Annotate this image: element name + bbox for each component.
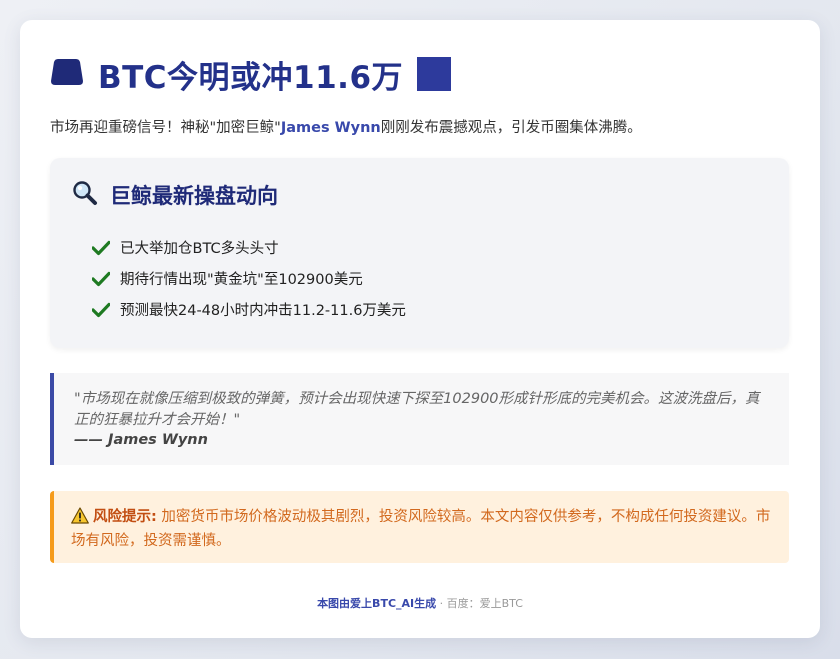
panel-header: 巨鲸最新操盘动向 <box>72 180 278 210</box>
risk-warning-box: 风险提示: 加密货币市场价格波动极其剧烈，投资风险较高。本文内容仅供参考，不构成… <box>50 491 789 563</box>
page-title: BTC今明或冲11.6万 <box>98 59 404 96</box>
list-item-text: 已大举加仓BTC多头头寸 <box>120 241 279 257</box>
risk-text: 加密货币市场价格波动极其剧烈，投资风险较高。本文内容仅供参考，不构成任何投资建议… <box>71 509 771 549</box>
list-item-text: 期待行情出现"黄金坑"至102900美元 <box>120 272 363 288</box>
title-row: BTC今明或冲11.6万 <box>50 54 452 96</box>
warning-icon <box>71 507 89 531</box>
quote-block: "市场现在就像压缩到极致的弹簧，预计会出现快速下探至102900形成针形底的完美… <box>50 373 789 465</box>
risk-text-block: 风险提示: 加密货币市场价格波动极其剧烈，投资风险较高。本文内容仅供参考，不构成… <box>71 507 777 552</box>
title-square-icon <box>417 57 452 91</box>
intro-text-after: 刚刚发布震撼观点，引发币圈集体沸腾。 <box>380 120 642 136</box>
risk-label: 风险提示: <box>93 509 157 525</box>
whale-moves-panel: 巨鲸最新操盘动向 已大举加仓BTC多头头寸 期待行情出现"黄金坑"至102900… <box>50 158 789 348</box>
list-item: 预测最快24-48小时内冲击11.2-11.6万美元 <box>92 294 406 325</box>
hat-icon <box>50 57 84 91</box>
footer-source: · 百度：爱上BTC <box>436 597 523 610</box>
list-item-text: 预测最快24-48小时内冲击11.2-11.6万美元 <box>120 303 406 319</box>
list-item: 期待行情出现"黄金坑"至102900美元 <box>92 263 406 294</box>
check-icon <box>92 240 110 255</box>
footer: 本图由爱上BTC_AI生成 · 百度：爱上BTC <box>20 595 820 611</box>
quote-text: "市场现在就像压缩到极致的弹簧，预计会出现快速下探至102900形成针形底的完美… <box>74 391 760 428</box>
check-icon <box>92 271 110 286</box>
post-card: BTC今明或冲11.6万 市场再迎重磅信号！神秘"加密巨鲸"James Wynn… <box>20 20 820 638</box>
intro-highlight-name: James Wynn <box>280 120 381 136</box>
intro-text-before: 市场再迎重磅信号！神秘"加密巨鲸" <box>50 120 281 136</box>
list-item: 已大举加仓BTC多头头寸 <box>92 232 406 263</box>
quote-author: —— James Wynn <box>74 432 208 448</box>
panel-title: 巨鲸最新操盘动向 <box>110 184 278 208</box>
whale-moves-list: 已大举加仓BTC多头头寸 期待行情出现"黄金坑"至102900美元 预测最快24… <box>92 232 406 325</box>
check-icon <box>92 302 110 317</box>
intro-paragraph: 市场再迎重磅信号！神秘"加密巨鲸"James Wynn刚刚发布震撼观点，引发币圈… <box>50 116 642 137</box>
footer-generated: 本图由爱上BTC_AI生成 <box>317 597 437 610</box>
magnifier-icon <box>72 180 98 210</box>
